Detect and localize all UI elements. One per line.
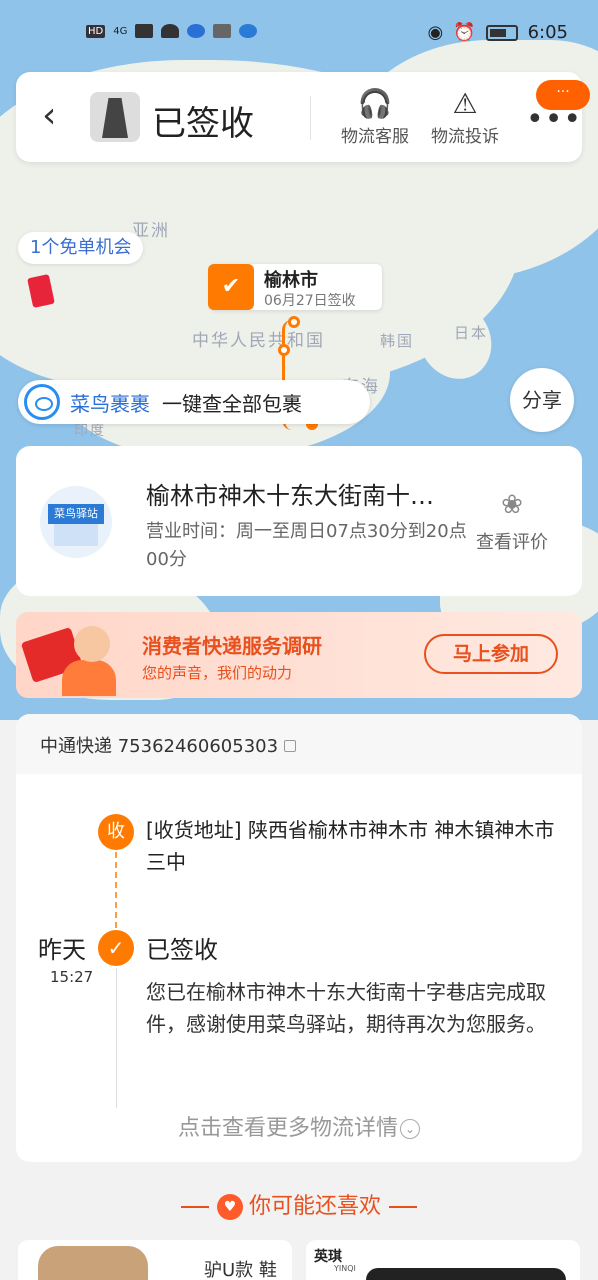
survey-banner[interactable]: 消费者快递服务调研 您的声音，我们的动力 马上参加 (16, 612, 582, 698)
heart-icon: ♥ (216, 1194, 243, 1220)
station-sign: 菜鸟驿站 (48, 504, 104, 524)
back-icon[interactable]: ‹ (42, 96, 56, 136)
view-reviews-button[interactable]: ❀ 查看评价 (472, 490, 552, 554)
pickup-station-card[interactable]: 菜鸟驿站 榆林市神木十东大街南十… 营业时间：周一至周日07点30分到20点00… (16, 446, 582, 596)
chevron-down-icon: ⌄ (400, 1119, 420, 1139)
product-card[interactable]: 驴U款 鞋鱼 (18, 1240, 292, 1280)
map-label-china: 中华人民共和国 (192, 331, 325, 351)
logistics-complaint-label: 物流投诉 (431, 127, 499, 147)
divider-line (180, 1206, 209, 1208)
page-title: 已签收 (152, 104, 254, 144)
view-reviews-label: 查看评价 (476, 532, 548, 553)
person-illustration (62, 660, 116, 696)
product-banner (366, 1268, 566, 1280)
carrier-tracking-number[interactable]: 中通快递 75362460605303 (40, 732, 297, 758)
cainiao-logo-icon (24, 384, 60, 420)
free-order-chance[interactable]: 1个免单机会 (18, 232, 144, 264)
wifi-icon (161, 24, 180, 38)
app-icon (213, 24, 232, 38)
station-name: 榆林市神木十东大街南十… (146, 482, 434, 510)
app-icon (239, 24, 258, 38)
product-text: 驴U款 鞋鱼 (204, 1260, 277, 1280)
clock: 6:05 (527, 22, 568, 43)
logistics-service-button[interactable]: 🎧 物流客服 (332, 86, 418, 147)
logistics-complaint-button[interactable]: ⚠ 物流投诉 (422, 86, 508, 147)
carrier-tracking-text: 中通快递 75362460605303 (40, 736, 279, 757)
destination-pin[interactable]: ✔ 榆林市 06月27日签收 (208, 264, 382, 310)
survey-title: 消费者快递服务调研 (142, 634, 322, 658)
check-icon: ✓ (98, 930, 134, 966)
station-hours: 营业时间：周一至周日07点30分到20点00分 (146, 521, 467, 570)
cainiao-all-packages-button[interactable]: 菜鸟裹裹 一键查全部包裹 (18, 380, 370, 424)
app-icon (187, 24, 206, 38)
delivery-address: [收货地址] 陕西省榆林市神木市 神木镇神木市三中 (146, 818, 555, 874)
brand-logo: 英琪 (314, 1249, 342, 1265)
survey-illustration (20, 616, 122, 698)
recommend-title: 你可能还喜欢 (248, 1194, 381, 1219)
battery-icon (485, 24, 518, 41)
event-time: 15:27 (50, 968, 94, 986)
product-thumbnail[interactable] (90, 92, 140, 142)
route-point (278, 344, 290, 356)
map-label-japan: 日本 (454, 324, 489, 342)
person-face (74, 626, 110, 662)
network-4g-icon: 4G (113, 25, 128, 37)
tracking-card: 中通快递 75362460605303 收 [收货地址] 陕西省榆林市神木市 神… (16, 714, 582, 1162)
recommend-header: ♥ 你可能还喜欢 (0, 1188, 598, 1220)
more-logistics-label: 点击查看更多物流详情 (177, 1116, 398, 1141)
flower-icon: ❀ (501, 490, 523, 520)
join-survey-button[interactable]: 马上参加 (424, 634, 558, 674)
headset-icon: 🎧 (357, 87, 393, 120)
station-image: 菜鸟驿站 (40, 486, 112, 558)
survey-subtitle: 您的声音，我们的动力 (142, 664, 293, 682)
status-bar: HD 4G ◉ ⏰ 6:05 (0, 0, 598, 66)
product-image (38, 1246, 148, 1280)
station-building (54, 524, 98, 546)
map-label-korea: 韩国 (380, 332, 415, 350)
more-logistics-details[interactable]: 点击查看更多物流详情 ⌄ (16, 1110, 582, 1142)
hd-icon: HD (86, 24, 106, 38)
status-left-icons: HD 4G (86, 24, 258, 38)
event-status-title: 已签收 (146, 936, 218, 964)
timeline-line (116, 968, 117, 1108)
product-card[interactable]: 英琪 YINQI (306, 1240, 580, 1280)
timeline-dashed-line (115, 852, 117, 928)
cainiao-text: 一键查全部包裹 (162, 392, 302, 416)
divider (310, 96, 311, 140)
logistics-service-label: 物流客服 (341, 127, 409, 147)
message-badge[interactable]: ··· (536, 80, 590, 110)
signal-icon (135, 24, 154, 38)
warning-icon: ⚠ (452, 87, 478, 120)
copy-icon[interactable] (284, 740, 297, 752)
tracking-header: 中通快递 75362460605303 (16, 714, 582, 774)
share-button[interactable]: 分享 (510, 368, 574, 432)
eye-icon: ◉ (427, 22, 444, 43)
header-bar: ‹ 已签收 🎧 物流客服 ⚠ 物流投诉 ••• ··· (16, 72, 590, 162)
route-point (288, 316, 300, 328)
pin-date: 06月27日签收 (264, 293, 356, 309)
divider-line (389, 1206, 417, 1208)
receive-node-badge: 收 (98, 814, 134, 850)
alarm-icon: ⏰ (453, 22, 476, 43)
status-right: ◉ ⏰ 6:05 (427, 22, 568, 43)
cainiao-brand: 菜鸟裹裹 (70, 392, 150, 416)
event-status-desc: 您已在榆林市神木十东大街南十字巷店完成取件，感谢使用菜鸟驿站，期待再次为您服务。 (146, 980, 546, 1036)
brand-sub: YINQI (334, 1264, 356, 1273)
delivered-box-icon: ✔ (208, 264, 254, 310)
event-day: 昨天 (38, 936, 86, 964)
pin-city: 榆林市 (264, 270, 318, 291)
